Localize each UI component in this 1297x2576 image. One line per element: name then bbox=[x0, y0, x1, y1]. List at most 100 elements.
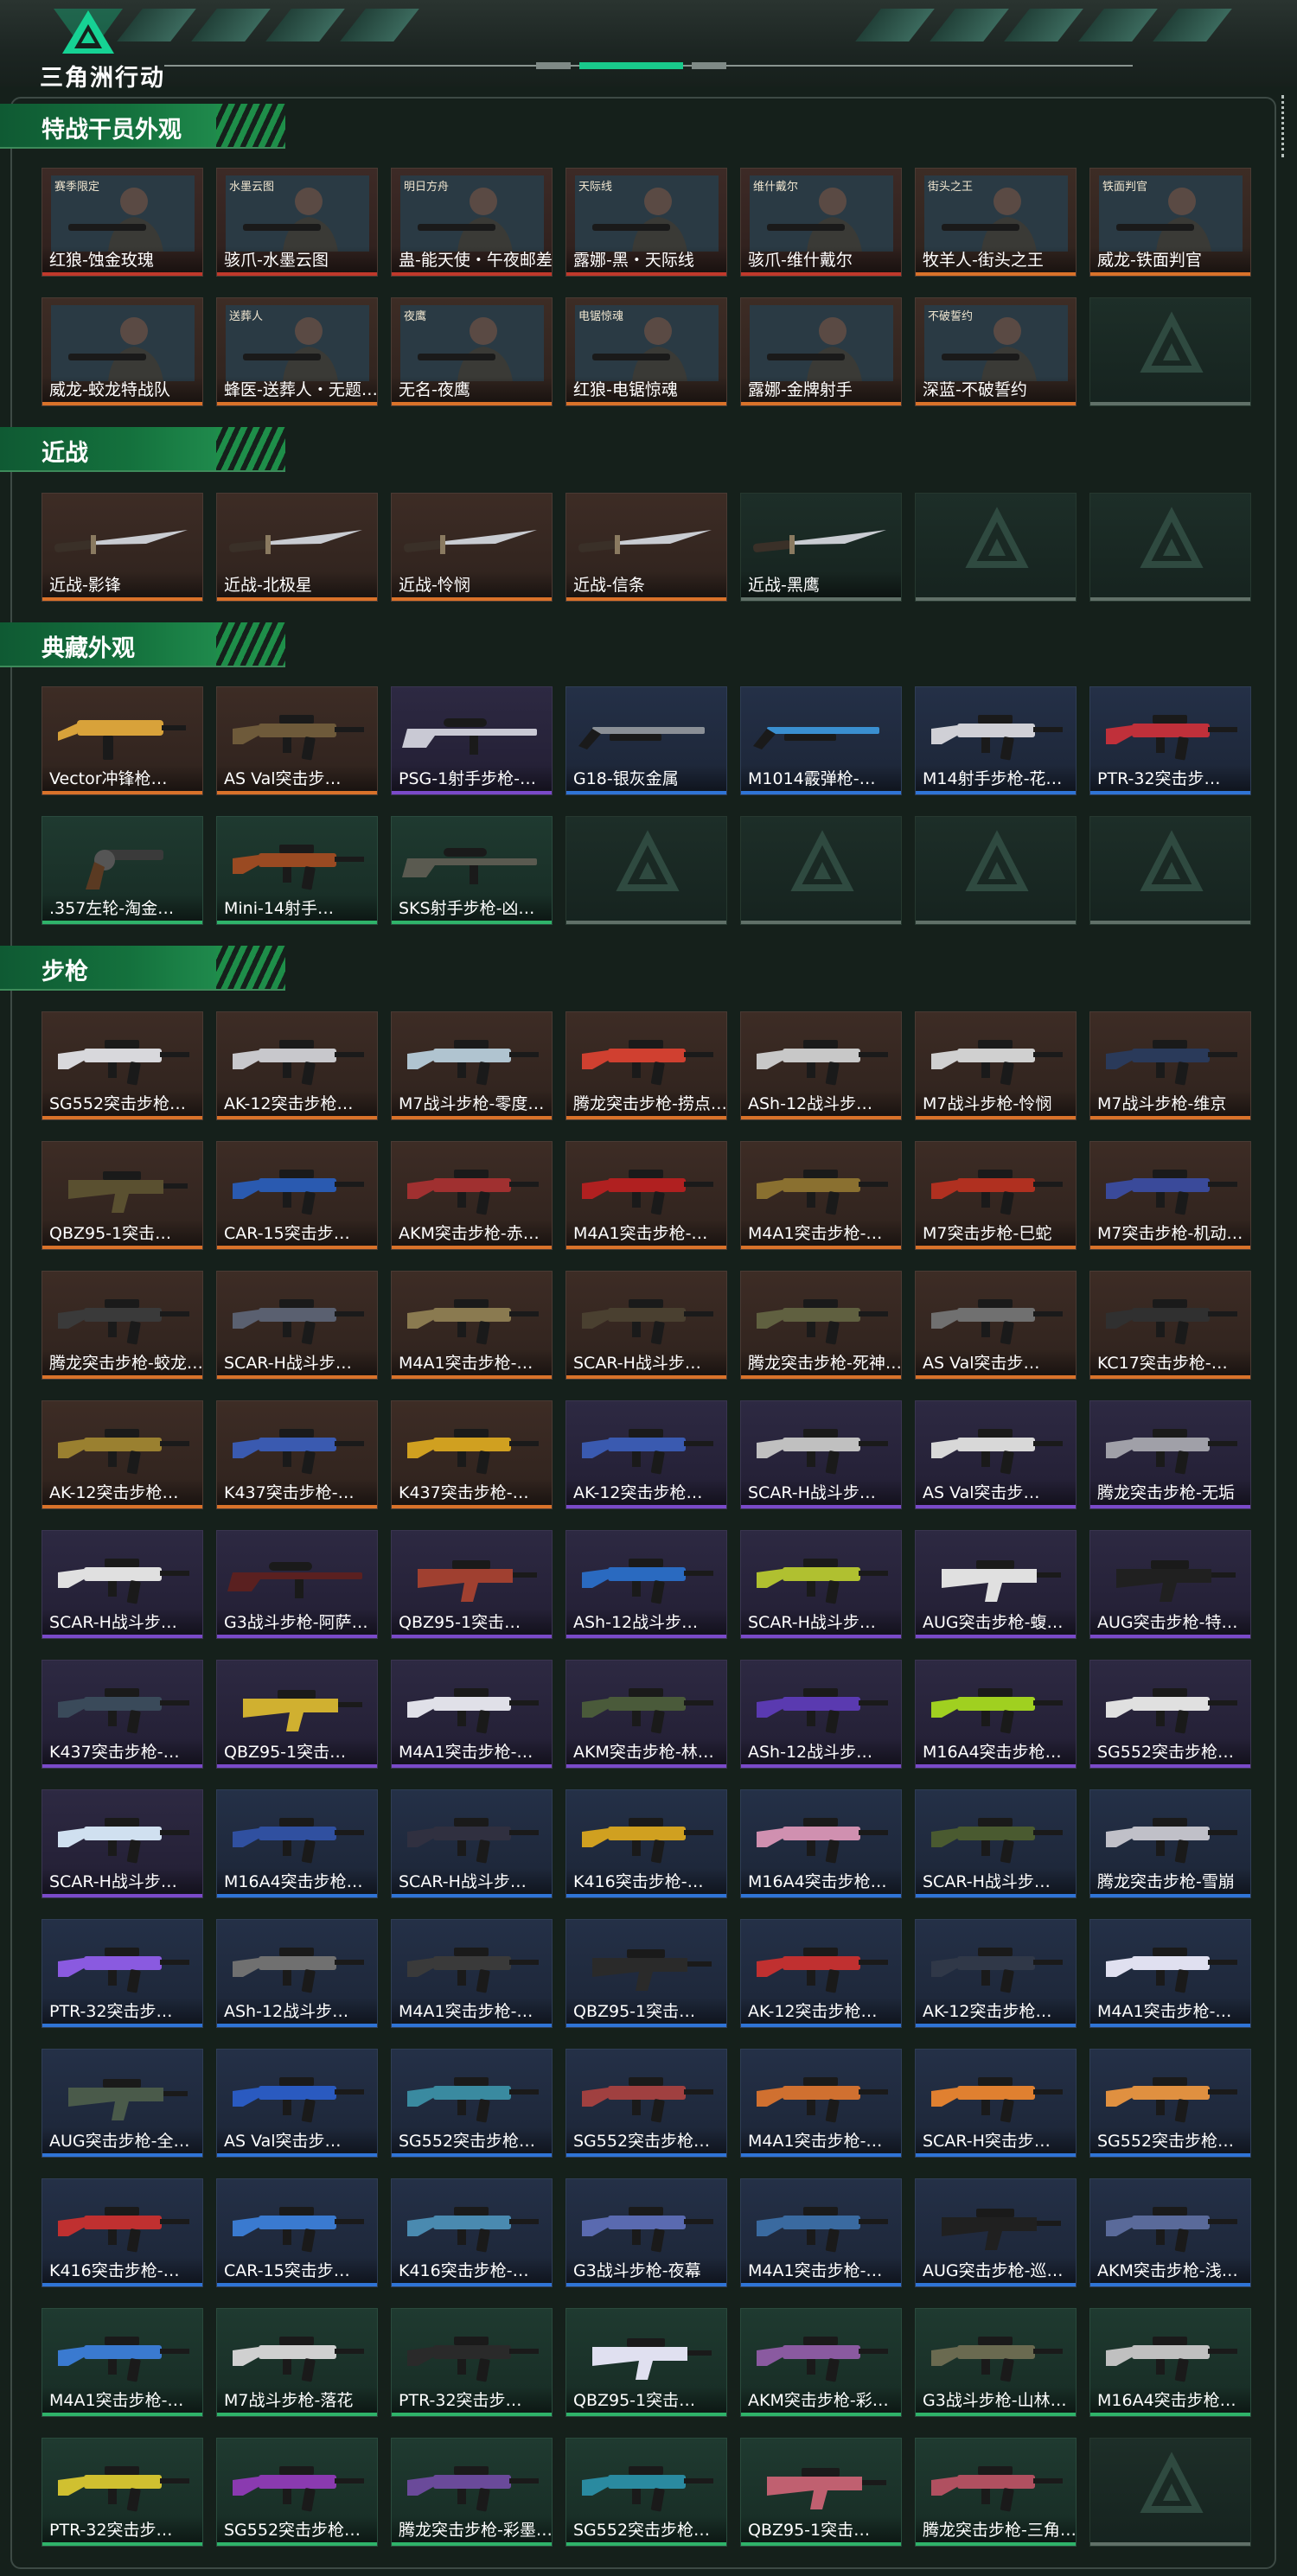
item-card[interactable]: K437突击步枪-… bbox=[391, 1400, 553, 1509]
item-card[interactable]: M7战斗步枪-落花 bbox=[216, 2308, 378, 2417]
item-card[interactable]: SG552突击步枪… bbox=[565, 2438, 727, 2547]
item-card[interactable]: M4A1突击步枪-… bbox=[42, 2308, 203, 2417]
item-card[interactable]: 街头之王 牧羊人-街头之王 bbox=[915, 168, 1077, 277]
item-card[interactable]: M4A1突击步枪-… bbox=[391, 1660, 553, 1769]
item-card[interactable]: G18-银灰金属 bbox=[565, 686, 727, 795]
item-card[interactable]: 铁面判官 威龙-铁面判官 bbox=[1089, 168, 1251, 277]
item-card[interactable]: SG552突击步枪… bbox=[565, 2049, 727, 2158]
item-card[interactable]: AKM突击步枪-浅… bbox=[1089, 2178, 1251, 2287]
item-card[interactable]: AKM突击步枪-林… bbox=[565, 1660, 727, 1769]
item-card[interactable]: M4A1突击步枪-… bbox=[1089, 1919, 1251, 2028]
item-card[interactable]: SCAR-H战斗步… bbox=[42, 1789, 203, 1898]
item-card[interactable]: 腾龙突击步枪-三角… bbox=[915, 2438, 1077, 2547]
item-card[interactable]: AUG突击步枪-巡… bbox=[915, 2178, 1077, 2287]
item-card[interactable]: AK-12突击步枪… bbox=[915, 1919, 1077, 2028]
item-card[interactable]: SCAR-H战斗步… bbox=[915, 1789, 1077, 1898]
item-card[interactable]: M7突击步枪-机动… bbox=[1089, 1141, 1251, 1250]
item-card[interactable]: AK-12突击步枪… bbox=[740, 1919, 902, 2028]
item-card[interactable]: M7战斗步枪-零度… bbox=[391, 1011, 553, 1120]
item-card[interactable]: PTR-32突击步… bbox=[1089, 686, 1251, 795]
item-card[interactable]: 赛季限定 红狼-蚀金玫瑰 bbox=[42, 168, 203, 277]
item-card[interactable]: KC17突击步枪-… bbox=[1089, 1271, 1251, 1380]
item-card[interactable]: CAR-15突击步… bbox=[216, 2178, 378, 2287]
item-card[interactable]: QBZ95-1突击… bbox=[391, 1530, 553, 1639]
item-card[interactable]: 近战-影锋 bbox=[42, 493, 203, 602]
item-card[interactable]: PSG-1射手步枪-… bbox=[391, 686, 553, 795]
item-card[interactable]: SCAR-H战斗步… bbox=[740, 1530, 902, 1639]
item-card[interactable]: 近战-怜悯 bbox=[391, 493, 553, 602]
item-card[interactable]: 威龙-蛟龙特战队 bbox=[42, 297, 203, 406]
item-card[interactable]: 腾龙突击步枪-无垢 bbox=[1089, 1400, 1251, 1509]
item-card[interactable]: G3战斗步枪-阿萨… bbox=[216, 1530, 378, 1639]
item-card[interactable]: 送葬人 蜂医-送葬人・无题… bbox=[216, 297, 378, 406]
item-card[interactable]: SKS射手步枪-凶… bbox=[391, 816, 553, 925]
item-card[interactable]: AS Val突击步… bbox=[915, 1271, 1077, 1380]
item-card[interactable]: SCAR-H突击步… bbox=[915, 2049, 1077, 2158]
item-card[interactable]: SG552突击步枪… bbox=[1089, 1660, 1251, 1769]
item-card[interactable]: AKM突击步枪-彩… bbox=[740, 2308, 902, 2417]
item-card[interactable]: SG552突击步枪… bbox=[391, 2049, 553, 2158]
item-card[interactable]: 腾龙突击步枪-蛟龙… bbox=[42, 1271, 203, 1380]
item-card[interactable]: AUG突击步枪-蝮… bbox=[915, 1530, 1077, 1639]
item-card[interactable]: M16A4突击步枪… bbox=[216, 1789, 378, 1898]
item-card[interactable]: 近战-信条 bbox=[565, 493, 727, 602]
item-card[interactable]: 腾龙突击步枪-彩墨… bbox=[391, 2438, 553, 2547]
item-card[interactable]: K437突击步枪-… bbox=[216, 1400, 378, 1509]
item-card[interactable]: ASh-12战斗步… bbox=[565, 1530, 727, 1639]
item-card[interactable]: M16A4突击步枪… bbox=[740, 1789, 902, 1898]
item-card[interactable]: M16A4突击步枪… bbox=[915, 1660, 1077, 1769]
item-card[interactable]: M4A1突击步枪-… bbox=[740, 1141, 902, 1250]
item-card[interactable]: 近战-北极星 bbox=[216, 493, 378, 602]
item-card[interactable]: AK-12突击步枪… bbox=[42, 1400, 203, 1509]
item-card[interactable]: 不破誓约 深蓝-不破誓约 bbox=[915, 297, 1077, 406]
item-card[interactable]: QBZ95-1突击… bbox=[740, 2438, 902, 2547]
item-card[interactable]: SG552突击步枪… bbox=[1089, 2049, 1251, 2158]
item-card[interactable]: K416突击步枪-… bbox=[42, 2178, 203, 2287]
item-card[interactable]: 腾龙突击步枪-死神… bbox=[740, 1271, 902, 1380]
item-card[interactable]: M4A1突击步枪-… bbox=[391, 1271, 553, 1380]
item-card[interactable]: M4A1突击步枪-… bbox=[740, 2049, 902, 2158]
item-card[interactable]: SCAR-H战斗步… bbox=[216, 1271, 378, 1380]
item-card[interactable]: ASh-12战斗步… bbox=[216, 1919, 378, 2028]
item-card[interactable]: 电锯惊魂 红狼-电锯惊魂 bbox=[565, 297, 727, 406]
item-card[interactable]: .357左轮-淘金… bbox=[42, 816, 203, 925]
item-card[interactable]: QBZ95-1突击… bbox=[42, 1141, 203, 1250]
item-card[interactable]: M7战斗步枪-怜悯 bbox=[915, 1011, 1077, 1120]
item-card[interactable]: ASh-12战斗步… bbox=[740, 1660, 902, 1769]
item-card[interactable]: Mini-14射手… bbox=[216, 816, 378, 925]
item-card[interactable]: 水墨云图 骇爪-水墨云图 bbox=[216, 168, 378, 277]
item-card[interactable]: 腾龙突击步枪-雪崩 bbox=[1089, 1789, 1251, 1898]
item-card[interactable]: QBZ95-1突击… bbox=[565, 1919, 727, 2028]
item-card[interactable]: 夜鹰 无名-夜鹰 bbox=[391, 297, 553, 406]
item-card[interactable]: K416突击步枪-… bbox=[565, 1789, 727, 1898]
item-card[interactable]: K437突击步枪-… bbox=[42, 1660, 203, 1769]
item-card[interactable]: SG552突击步枪… bbox=[216, 2438, 378, 2547]
item-card[interactable]: SG552突击步枪… bbox=[42, 1011, 203, 1120]
item-card[interactable]: AUG突击步枪-全… bbox=[42, 2049, 203, 2158]
item-card[interactable]: CAR-15突击步… bbox=[216, 1141, 378, 1250]
item-card[interactable]: G3战斗步枪-夜幕 bbox=[565, 2178, 727, 2287]
item-card[interactable]: 腾龙突击步枪-捞点… bbox=[565, 1011, 727, 1120]
item-card[interactable]: PTR-32突击步… bbox=[42, 1919, 203, 2028]
item-card[interactable]: AS Val突击步… bbox=[216, 2049, 378, 2158]
item-card[interactable]: M1014霰弹枪-… bbox=[740, 686, 902, 795]
item-card[interactable]: 露娜-金牌射手 bbox=[740, 297, 902, 406]
scrollbar[interactable] bbox=[1281, 95, 1289, 157]
item-card[interactable]: QBZ95-1突击… bbox=[565, 2308, 727, 2417]
item-card[interactable]: PTR-32突击步… bbox=[42, 2438, 203, 2547]
item-card[interactable]: M4A1突击步枪-… bbox=[565, 1141, 727, 1250]
item-card[interactable]: SCAR-H战斗步… bbox=[740, 1400, 902, 1509]
item-card[interactable]: PTR-32突击步… bbox=[391, 2308, 553, 2417]
item-card[interactable]: M4A1突击步枪-… bbox=[391, 1919, 553, 2028]
item-card[interactable]: M14射手步枪-花… bbox=[915, 686, 1077, 795]
item-card[interactable]: AK-12突击步枪… bbox=[565, 1400, 727, 1509]
item-card[interactable]: AS Val突击步… bbox=[216, 686, 378, 795]
item-card[interactable]: ASh-12战斗步… bbox=[740, 1011, 902, 1120]
item-card[interactable]: AUG突击步枪-特… bbox=[1089, 1530, 1251, 1639]
item-card[interactable]: M16A4突击步枪… bbox=[1089, 2308, 1251, 2417]
item-card[interactable]: QBZ95-1突击… bbox=[216, 1660, 378, 1769]
item-card[interactable]: M7战斗步枪-维京 bbox=[1089, 1011, 1251, 1120]
item-card[interactable]: SCAR-H战斗步… bbox=[42, 1530, 203, 1639]
item-card[interactable]: 维什戴尔 骇爪-维什戴尔 bbox=[740, 168, 902, 277]
item-card[interactable]: AKM突击步枪-赤… bbox=[391, 1141, 553, 1250]
